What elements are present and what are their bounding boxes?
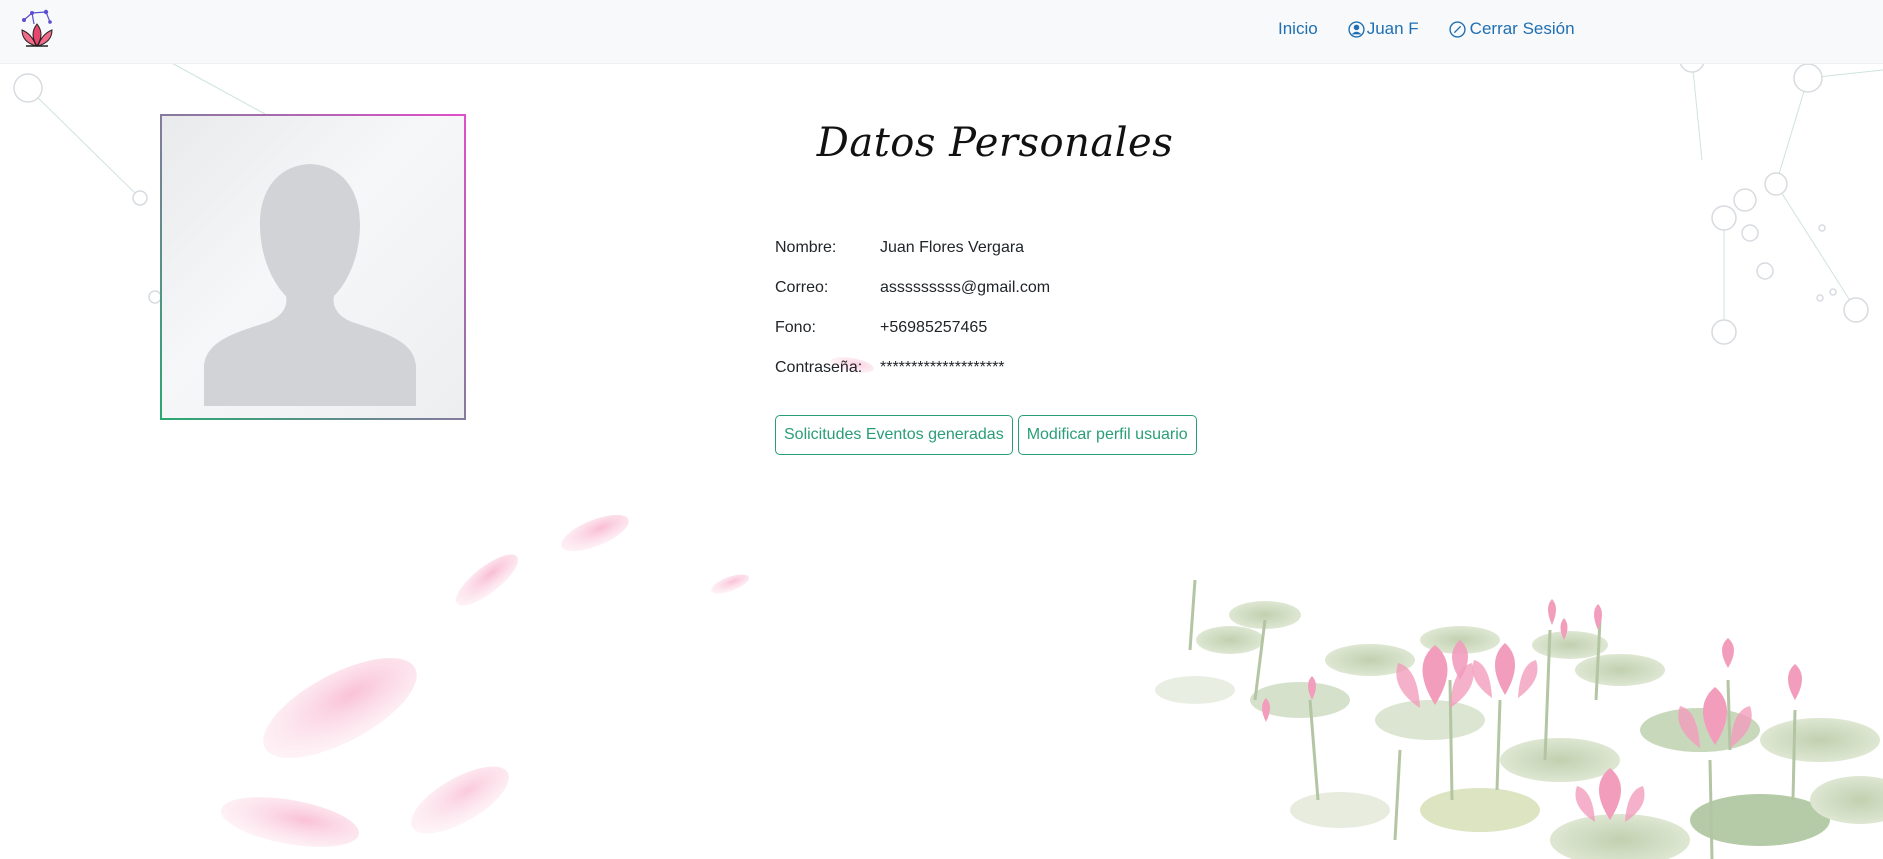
field-label: Nombre: xyxy=(775,239,837,256)
nav-user-label: Juan F xyxy=(1366,19,1419,38)
field-label: Contraseña: xyxy=(775,359,863,376)
slash-circle-icon xyxy=(1449,20,1466,38)
field-value: +56985257465 xyxy=(880,319,988,336)
personal-info: Nombre: Juan Flores Vergara Correo: asss… xyxy=(775,228,1050,388)
field-row-contrasena: Contraseña: ******************** xyxy=(775,348,1050,388)
nav-user-link[interactable]: Juan F xyxy=(1348,19,1419,39)
field-row-fono: Fono: +56985257465 xyxy=(775,308,1050,348)
nav-inicio-link[interactable]: Inicio xyxy=(1278,19,1318,39)
page-title: Datos Personales xyxy=(816,120,1174,166)
navbar: Inicio Juan F Cerrar Sesión xyxy=(0,0,1883,64)
nav-logout-label: Cerrar Sesión xyxy=(1469,19,1575,38)
nav-inicio-label: Inicio xyxy=(1278,19,1318,38)
edit-profile-button[interactable]: Modificar perfil usuario xyxy=(1017,415,1197,455)
field-value: ******************** xyxy=(880,359,1005,376)
field-label: Correo: xyxy=(775,279,829,296)
nav-logout-link[interactable]: Cerrar Sesión xyxy=(1449,19,1575,39)
field-label: Fono: xyxy=(775,319,816,336)
person-silhouette-icon xyxy=(204,164,416,406)
user-circle-icon xyxy=(1348,20,1365,38)
lotus-logo-icon[interactable] xyxy=(18,8,56,50)
event-requests-button[interactable]: Solicitudes Eventos generadas xyxy=(775,415,1013,455)
action-buttons: Solicitudes Eventos generadas Modificar … xyxy=(775,415,1202,455)
profile-avatar xyxy=(160,114,466,420)
nav-links: Inicio Juan F Cerrar Sesión xyxy=(1278,0,1605,58)
field-value: Juan Flores Vergara xyxy=(880,239,1025,256)
field-row-nombre: Nombre: Juan Flores Vergara xyxy=(775,228,1050,268)
field-row-correo: Correo: asssssssss@gmail.com xyxy=(775,268,1050,308)
field-value: asssssssss@gmail.com xyxy=(880,279,1051,296)
